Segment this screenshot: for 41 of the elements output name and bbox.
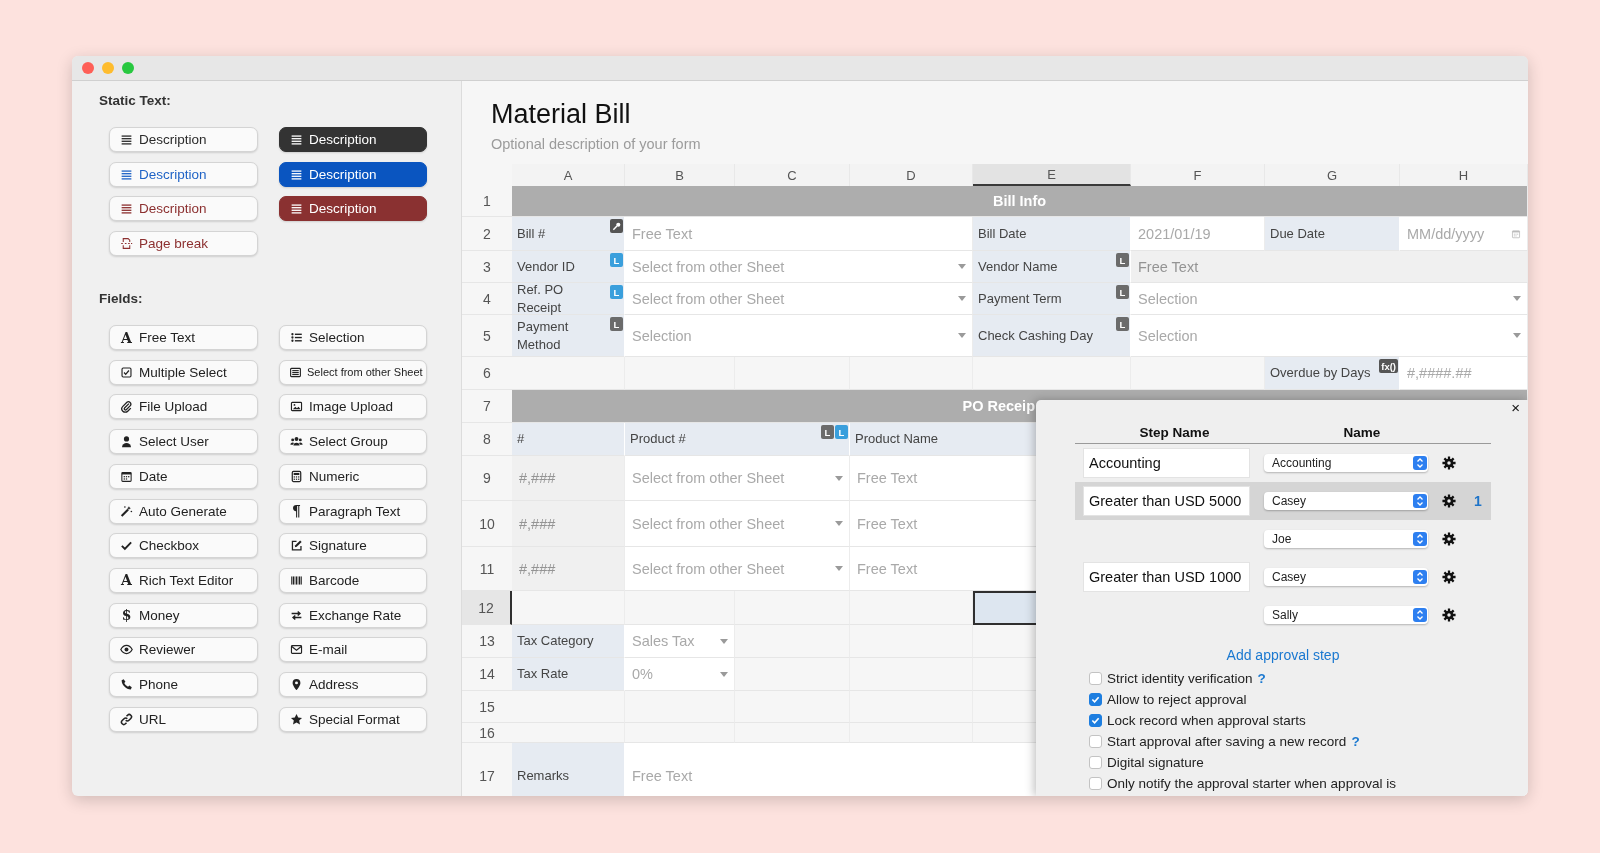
letter-icon: A xyxy=(120,573,133,588)
section-heading: Static Text: xyxy=(99,92,172,110)
option-label: Lock record when approval starts xyxy=(1107,713,1306,728)
field-label: Bill # xyxy=(517,224,546,243)
option-label: Only notify the approval starter when approval is xyxy=(1107,776,1396,791)
field-label: Vendor ID xyxy=(517,257,575,276)
field-label: Tax Rate xyxy=(517,665,569,683)
field-label: Product # xyxy=(630,430,686,448)
lookup-badge: L xyxy=(610,285,623,299)
lookup-badge: L xyxy=(1116,285,1129,299)
field-label: Overdue by Days xyxy=(1270,364,1371,382)
option-label: Allow to reject approval xyxy=(1107,692,1247,707)
option-label: Digital signature xyxy=(1107,755,1204,770)
field-label: Payment Method xyxy=(517,317,570,354)
field-label: Payment Term xyxy=(978,289,1062,308)
lookup-badge: L xyxy=(821,425,834,439)
field-label: # xyxy=(517,430,525,448)
pilcrow-icon: ¶ xyxy=(290,504,303,518)
lookup-badge: L xyxy=(610,317,623,331)
field-label: Ref. PO Receipt xyxy=(517,280,565,317)
lookup-badge: fx() xyxy=(1379,359,1398,373)
field-label: Remarks xyxy=(517,766,569,785)
lookup-badge: L xyxy=(610,253,623,267)
section-header: Bill Info xyxy=(512,186,1528,217)
dollar-icon: $ xyxy=(120,608,133,623)
field-label: Bill Date xyxy=(978,224,1027,243)
lookup-badge: L xyxy=(835,425,848,439)
lookup-badge: L xyxy=(1116,253,1129,267)
field-label: Check Cashing Day xyxy=(978,326,1093,345)
field-label: Product Name xyxy=(855,430,939,448)
column-header: Name xyxy=(1342,424,1382,440)
option-label: Start approval after saving a new record xyxy=(1107,734,1347,749)
letter-icon: A xyxy=(120,330,133,345)
field-label: Tax Category xyxy=(517,632,594,650)
option-label: Strict identity verification xyxy=(1107,671,1253,686)
step-count: 1 xyxy=(1474,493,1482,509)
field-label: Vendor Name xyxy=(978,257,1058,276)
field-label: Due Date xyxy=(1270,224,1325,243)
column-header: Step Name xyxy=(1138,424,1211,440)
lookup-badge: L xyxy=(1116,317,1129,331)
section-heading: Fields: xyxy=(99,290,144,309)
